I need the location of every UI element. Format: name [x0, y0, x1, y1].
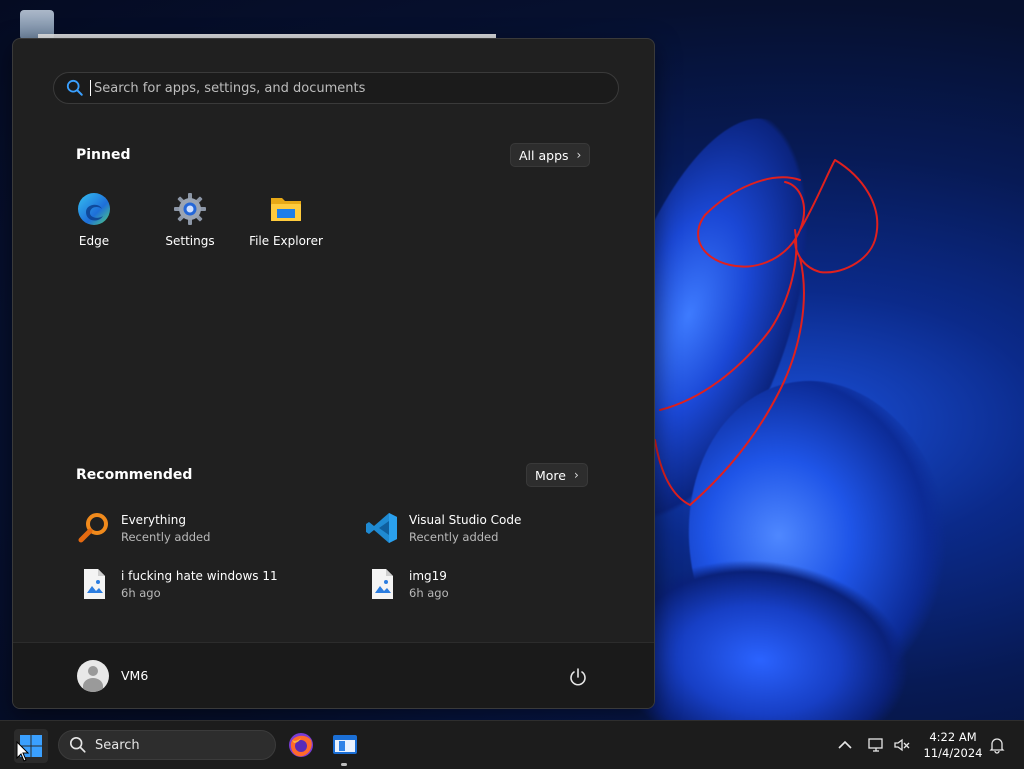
pinned-app-label: Edge: [78, 234, 110, 248]
firefox-icon[interactable]: [287, 731, 315, 759]
search-icon: [66, 79, 83, 96]
start-search-box[interactable]: [53, 72, 619, 104]
taskbar-search[interactable]: Search: [58, 730, 276, 760]
running-indicator: [341, 763, 347, 766]
app-window-icon[interactable]: [331, 731, 359, 759]
taskbar: Search 4:22 AM 11/4/2024: [0, 720, 1024, 769]
pinned-app-settings[interactable]: Settings: [145, 192, 235, 248]
text-caret: [90, 80, 91, 96]
everything-search-icon: [77, 511, 111, 545]
recommended-item[interactable]: img19 6h ago: [365, 567, 449, 601]
recommended-item[interactable]: Everything Recently added: [77, 511, 210, 545]
recommended-item-name: Visual Studio Code: [409, 512, 522, 527]
recommended-item[interactable]: i fucking hate windows 11 6h ago: [77, 567, 278, 601]
start-menu-footer: VM6: [13, 642, 654, 708]
all-apps-label: All apps: [519, 147, 569, 163]
mouse-cursor-icon: [16, 741, 30, 762]
start-search-input[interactable]: [92, 79, 596, 97]
taskbar-clock[interactable]: 4:22 AM 11/4/2024: [920, 729, 986, 761]
recommended-item-name: img19: [409, 568, 447, 583]
recommended-title: Recommended: [76, 467, 193, 483]
image-file-icon: [365, 567, 399, 601]
clock-date: 11/4/2024: [923, 746, 983, 760]
recommended-item-subtitle: Recently added: [121, 529, 211, 544]
pinned-app-edge[interactable]: Edge: [49, 192, 139, 248]
recommended-item-subtitle: 6h ago: [121, 585, 161, 600]
recommended-item-name: i fucking hate windows 11: [121, 568, 278, 583]
user-name[interactable]: VM6: [121, 668, 148, 683]
user-avatar[interactable]: [77, 660, 109, 692]
taskbar-search-label: Search: [95, 737, 140, 753]
pinned-app-file-explorer[interactable]: File Explorer: [241, 192, 331, 248]
more-label: More: [535, 467, 566, 483]
pinned-title: Pinned: [76, 147, 131, 163]
settings-gear-icon: [173, 192, 207, 226]
more-button[interactable]: More ›: [526, 463, 588, 487]
chevron-up-icon[interactable]: [836, 736, 854, 754]
notification-bell-icon[interactable]: [988, 736, 1006, 754]
pinned-app-label: File Explorer: [249, 234, 323, 248]
recommended-item-subtitle: 6h ago: [409, 585, 449, 600]
start-menu: Pinned All apps › Edge: [12, 38, 655, 709]
chevron-right-icon: ›: [574, 468, 579, 482]
power-icon[interactable]: [568, 667, 588, 687]
all-apps-button[interactable]: All apps ›: [510, 143, 591, 167]
folder-icon: [269, 192, 303, 226]
recommended-item-name: Everything: [121, 512, 186, 527]
search-icon: [69, 736, 86, 753]
clock-time: 4:22 AM: [929, 730, 977, 744]
image-file-icon: [77, 567, 111, 601]
edge-icon: [77, 192, 111, 226]
recommended-item[interactable]: Visual Studio Code Recently added: [365, 511, 521, 545]
recommended-item-subtitle: Recently added: [409, 529, 499, 544]
vscode-icon: [365, 511, 399, 545]
network-icon[interactable]: [867, 736, 885, 754]
pinned-app-label: Settings: [165, 234, 215, 248]
volume-muted-icon[interactable]: [893, 736, 911, 754]
chevron-right-icon: ›: [576, 148, 582, 162]
